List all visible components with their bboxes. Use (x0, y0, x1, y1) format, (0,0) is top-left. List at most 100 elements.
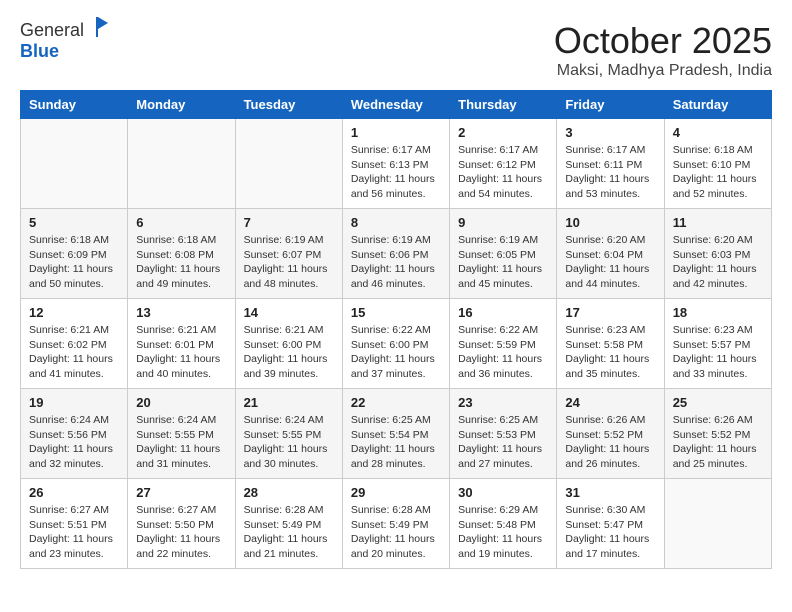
cell-sun-info: Sunrise: 6:23 AM Sunset: 5:57 PM Dayligh… (673, 323, 763, 382)
month-title: October 2025 (554, 20, 772, 62)
day-number: 13 (136, 305, 226, 320)
cell-sun-info: Sunrise: 6:29 AM Sunset: 5:48 PM Dayligh… (458, 503, 548, 562)
day-number: 10 (565, 215, 655, 230)
calendar-cell: 30 Sunrise: 6:29 AM Sunset: 5:48 PM Dayli… (450, 479, 557, 569)
day-number: 8 (351, 215, 441, 230)
cell-sun-info: Sunrise: 6:26 AM Sunset: 5:52 PM Dayligh… (565, 413, 655, 472)
logo-blue-text: Blue (20, 41, 59, 61)
calendar-cell (128, 119, 235, 209)
calendar-cell: 27 Sunrise: 6:27 AM Sunset: 5:50 PM Dayli… (128, 479, 235, 569)
day-number: 29 (351, 485, 441, 500)
calendar-cell: 3 Sunrise: 6:17 AM Sunset: 6:11 PM Daylig… (557, 119, 664, 209)
logo-general-text: General (20, 20, 84, 41)
calendar-header: SundayMondayTuesdayWednesdayThursdayFrid… (21, 91, 772, 119)
calendar-cell: 21 Sunrise: 6:24 AM Sunset: 5:55 PM Dayli… (235, 389, 342, 479)
calendar-cell: 9 Sunrise: 6:19 AM Sunset: 6:05 PM Daylig… (450, 209, 557, 299)
calendar-table: SundayMondayTuesdayWednesdayThursdayFrid… (20, 90, 772, 569)
cell-sun-info: Sunrise: 6:19 AM Sunset: 6:05 PM Dayligh… (458, 233, 548, 292)
calendar-cell: 15 Sunrise: 6:22 AM Sunset: 6:00 PM Dayli… (342, 299, 449, 389)
cell-sun-info: Sunrise: 6:25 AM Sunset: 5:53 PM Dayligh… (458, 413, 548, 472)
cell-sun-info: Sunrise: 6:17 AM Sunset: 6:12 PM Dayligh… (458, 143, 548, 202)
calendar-cell: 31 Sunrise: 6:30 AM Sunset: 5:47 PM Dayli… (557, 479, 664, 569)
cell-sun-info: Sunrise: 6:28 AM Sunset: 5:49 PM Dayligh… (351, 503, 441, 562)
day-number: 15 (351, 305, 441, 320)
cell-sun-info: Sunrise: 6:24 AM Sunset: 5:55 PM Dayligh… (244, 413, 334, 472)
cell-sun-info: Sunrise: 6:27 AM Sunset: 5:50 PM Dayligh… (136, 503, 226, 562)
day-number: 27 (136, 485, 226, 500)
calendar-cell: 16Sunrise: 6:22 AM Sunset: 5:59 PM Dayli… (450, 299, 557, 389)
day-number: 25 (673, 395, 763, 410)
cell-sun-info: Sunrise: 6:19 AM Sunset: 6:06 PM Dayligh… (351, 233, 441, 292)
calendar-cell: 6 Sunrise: 6:18 AM Sunset: 6:08 PM Daylig… (128, 209, 235, 299)
day-number: 6 (136, 215, 226, 230)
cell-sun-info: Sunrise: 6:21 AM Sunset: 6:00 PM Dayligh… (244, 323, 334, 382)
day-number: 2 (458, 125, 548, 140)
day-number: 17 (565, 305, 655, 320)
week-row-2: 5 Sunrise: 6:18 AM Sunset: 6:09 PM Daylig… (21, 209, 772, 299)
cell-sun-info: Sunrise: 6:18 AM Sunset: 6:09 PM Dayligh… (29, 233, 119, 292)
week-row-1: 1 Sunrise: 6:17 AM Sunset: 6:13 PM Daylig… (21, 119, 772, 209)
cell-sun-info: Sunrise: 6:28 AM Sunset: 5:49 PM Dayligh… (244, 503, 334, 562)
day-number: 12 (29, 305, 119, 320)
calendar-cell: 24 Sunrise: 6:26 AM Sunset: 5:52 PM Dayli… (557, 389, 664, 479)
calendar-cell: 19 Sunrise: 6:24 AM Sunset: 5:56 PM Dayli… (21, 389, 128, 479)
page-header: General Blue October 2025 Maksi, Madhya … (20, 20, 772, 80)
cell-sun-info: Sunrise: 6:27 AM Sunset: 5:51 PM Dayligh… (29, 503, 119, 562)
calendar-cell (664, 479, 771, 569)
weekday-header-tuesday: Tuesday (235, 91, 342, 119)
week-row-5: 26 Sunrise: 6:27 AM Sunset: 5:51 PM Dayli… (21, 479, 772, 569)
calendar-cell: 1 Sunrise: 6:17 AM Sunset: 6:13 PM Daylig… (342, 119, 449, 209)
calendar-body: 1 Sunrise: 6:17 AM Sunset: 6:13 PM Daylig… (21, 119, 772, 569)
cell-sun-info: Sunrise: 6:17 AM Sunset: 6:11 PM Dayligh… (565, 143, 655, 202)
weekday-header-sunday: Sunday (21, 91, 128, 119)
day-number: 1 (351, 125, 441, 140)
calendar-cell: 7 Sunrise: 6:19 AM Sunset: 6:07 PM Daylig… (235, 209, 342, 299)
day-number: 23 (458, 395, 548, 410)
cell-sun-info: Sunrise: 6:23 AM Sunset: 5:58 PM Dayligh… (565, 323, 655, 382)
day-number: 31 (565, 485, 655, 500)
calendar-cell (235, 119, 342, 209)
calendar-cell: 17 Sunrise: 6:23 AM Sunset: 5:58 PM Dayli… (557, 299, 664, 389)
calendar-cell: 4 Sunrise: 6:18 AM Sunset: 6:10 PM Daylig… (664, 119, 771, 209)
calendar-cell (21, 119, 128, 209)
cell-sun-info: Sunrise: 6:19 AM Sunset: 6:07 PM Dayligh… (244, 233, 334, 292)
day-number: 5 (29, 215, 119, 230)
day-number: 26 (29, 485, 119, 500)
cell-sun-info: Sunrise: 6:21 AM Sunset: 6:01 PM Dayligh… (136, 323, 226, 382)
day-number: 11 (673, 215, 763, 230)
weekday-header-friday: Friday (557, 91, 664, 119)
cell-sun-info: Sunrise: 6:21 AM Sunset: 6:02 PM Dayligh… (29, 323, 119, 382)
calendar-cell: 11Sunrise: 6:20 AM Sunset: 6:03 PM Dayli… (664, 209, 771, 299)
cell-sun-info: Sunrise: 6:18 AM Sunset: 6:08 PM Dayligh… (136, 233, 226, 292)
day-number: 21 (244, 395, 334, 410)
day-number: 3 (565, 125, 655, 140)
cell-sun-info: Sunrise: 6:22 AM Sunset: 6:00 PM Dayligh… (351, 323, 441, 382)
day-number: 24 (565, 395, 655, 410)
cell-sun-info: Sunrise: 6:20 AM Sunset: 6:04 PM Dayligh… (565, 233, 655, 292)
calendar-cell: 29 Sunrise: 6:28 AM Sunset: 5:49 PM Dayli… (342, 479, 449, 569)
weekday-header-thursday: Thursday (450, 91, 557, 119)
calendar-cell: 26 Sunrise: 6:27 AM Sunset: 5:51 PM Dayli… (21, 479, 128, 569)
day-number: 9 (458, 215, 548, 230)
calendar-cell: 28 Sunrise: 6:28 AM Sunset: 5:49 PM Dayli… (235, 479, 342, 569)
calendar-cell: 23 Sunrise: 6:25 AM Sunset: 5:53 PM Dayli… (450, 389, 557, 479)
week-row-4: 19 Sunrise: 6:24 AM Sunset: 5:56 PM Dayli… (21, 389, 772, 479)
day-number: 18 (673, 305, 763, 320)
day-number: 4 (673, 125, 763, 140)
week-row-3: 12 Sunrise: 6:21 AM Sunset: 6:02 PM Dayli… (21, 299, 772, 389)
day-number: 30 (458, 485, 548, 500)
cell-sun-info: Sunrise: 6:18 AM Sunset: 6:10 PM Dayligh… (673, 143, 763, 202)
calendar-cell: 10 Sunrise: 6:20 AM Sunset: 6:04 PM Dayli… (557, 209, 664, 299)
day-number: 22 (351, 395, 441, 410)
day-number: 28 (244, 485, 334, 500)
calendar-cell: 14Sunrise: 6:21 AM Sunset: 6:00 PM Dayli… (235, 299, 342, 389)
weekday-header-saturday: Saturday (664, 91, 771, 119)
cell-sun-info: Sunrise: 6:17 AM Sunset: 6:13 PM Dayligh… (351, 143, 441, 202)
calendar-cell: 2 Sunrise: 6:17 AM Sunset: 6:12 PM Daylig… (450, 119, 557, 209)
cell-sun-info: Sunrise: 6:30 AM Sunset: 5:47 PM Dayligh… (565, 503, 655, 562)
cell-sun-info: Sunrise: 6:24 AM Sunset: 5:56 PM Dayligh… (29, 413, 119, 472)
calendar-cell: 20Sunrise: 6:24 AM Sunset: 5:55 PM Dayli… (128, 389, 235, 479)
weekday-header-wednesday: Wednesday (342, 91, 449, 119)
day-number: 19 (29, 395, 119, 410)
day-number: 7 (244, 215, 334, 230)
